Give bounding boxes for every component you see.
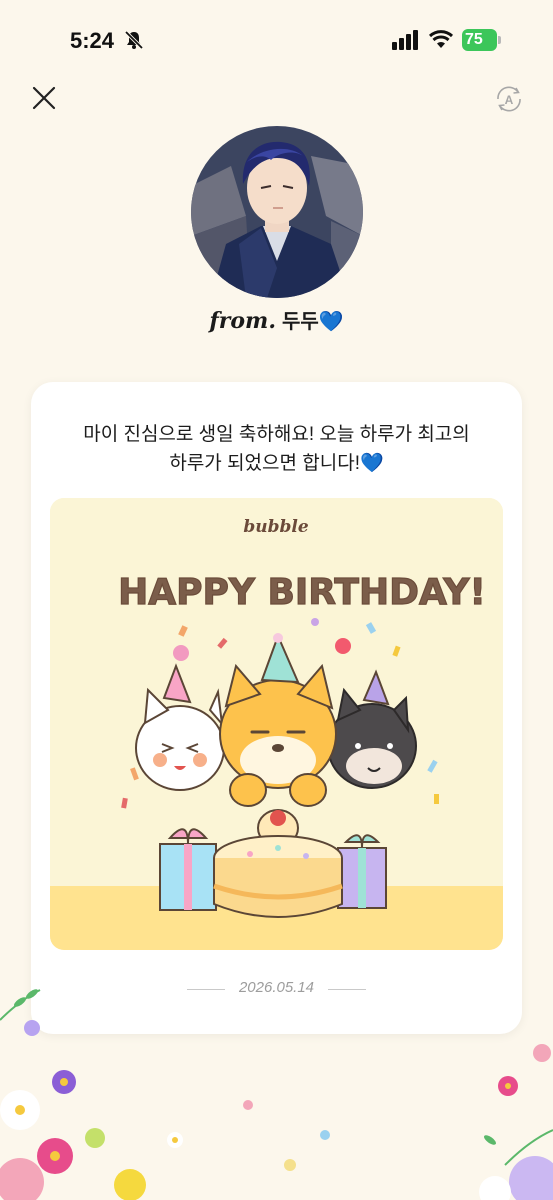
battery-level: 75 <box>465 31 483 48</box>
from-label: from. <box>209 308 276 334</box>
cellular-signal-icon <box>392 30 418 50</box>
date-row: 2026.05.14 <box>31 978 522 1000</box>
letter-card: 마이 진심으로 생일 축하해요! 오늘 하루가 최고의 하루가 되었으면 합니다… <box>31 382 522 1034</box>
svg-text:A: A <box>505 93 514 107</box>
birthday-illustration: bubble HAPPY BIRTHDAY! <box>50 498 503 950</box>
headline-text: HAPPY BIRTHDAY! <box>118 572 486 613</box>
letter-date: 2026.05.14 <box>238 979 315 996</box>
sender-row: from. 두두💙 <box>0 305 553 334</box>
battery-icon: 75 <box>462 29 502 51</box>
brand-logo: bubble <box>243 517 308 537</box>
auto-translate-icon[interactable]: A <box>494 84 524 114</box>
status-time: 5:24 <box>70 28 115 53</box>
divider <box>328 989 366 990</box>
message-text: 마이 진심으로 생일 축하해요! 오늘 하루가 최고의 하루가 되었으면 합니다… <box>31 420 522 478</box>
avatar-illustration <box>191 126 363 298</box>
birthday-card-image[interactable]: bubble HAPPY BIRTHDAY! <box>50 498 503 950</box>
message-line: 마이 진심으로 생일 축하해요! 오늘 하루가 최고의 <box>83 424 470 445</box>
message-line: 하루가 되었으면 합니다!💙 <box>169 453 384 474</box>
status-bar: 5:24 75 <box>0 0 553 80</box>
bell-slash-icon <box>124 30 144 50</box>
avatar[interactable] <box>191 126 363 298</box>
sender-name: 두두💙 <box>281 311 344 333</box>
close-icon[interactable] <box>28 82 60 114</box>
wifi-icon <box>428 30 454 48</box>
